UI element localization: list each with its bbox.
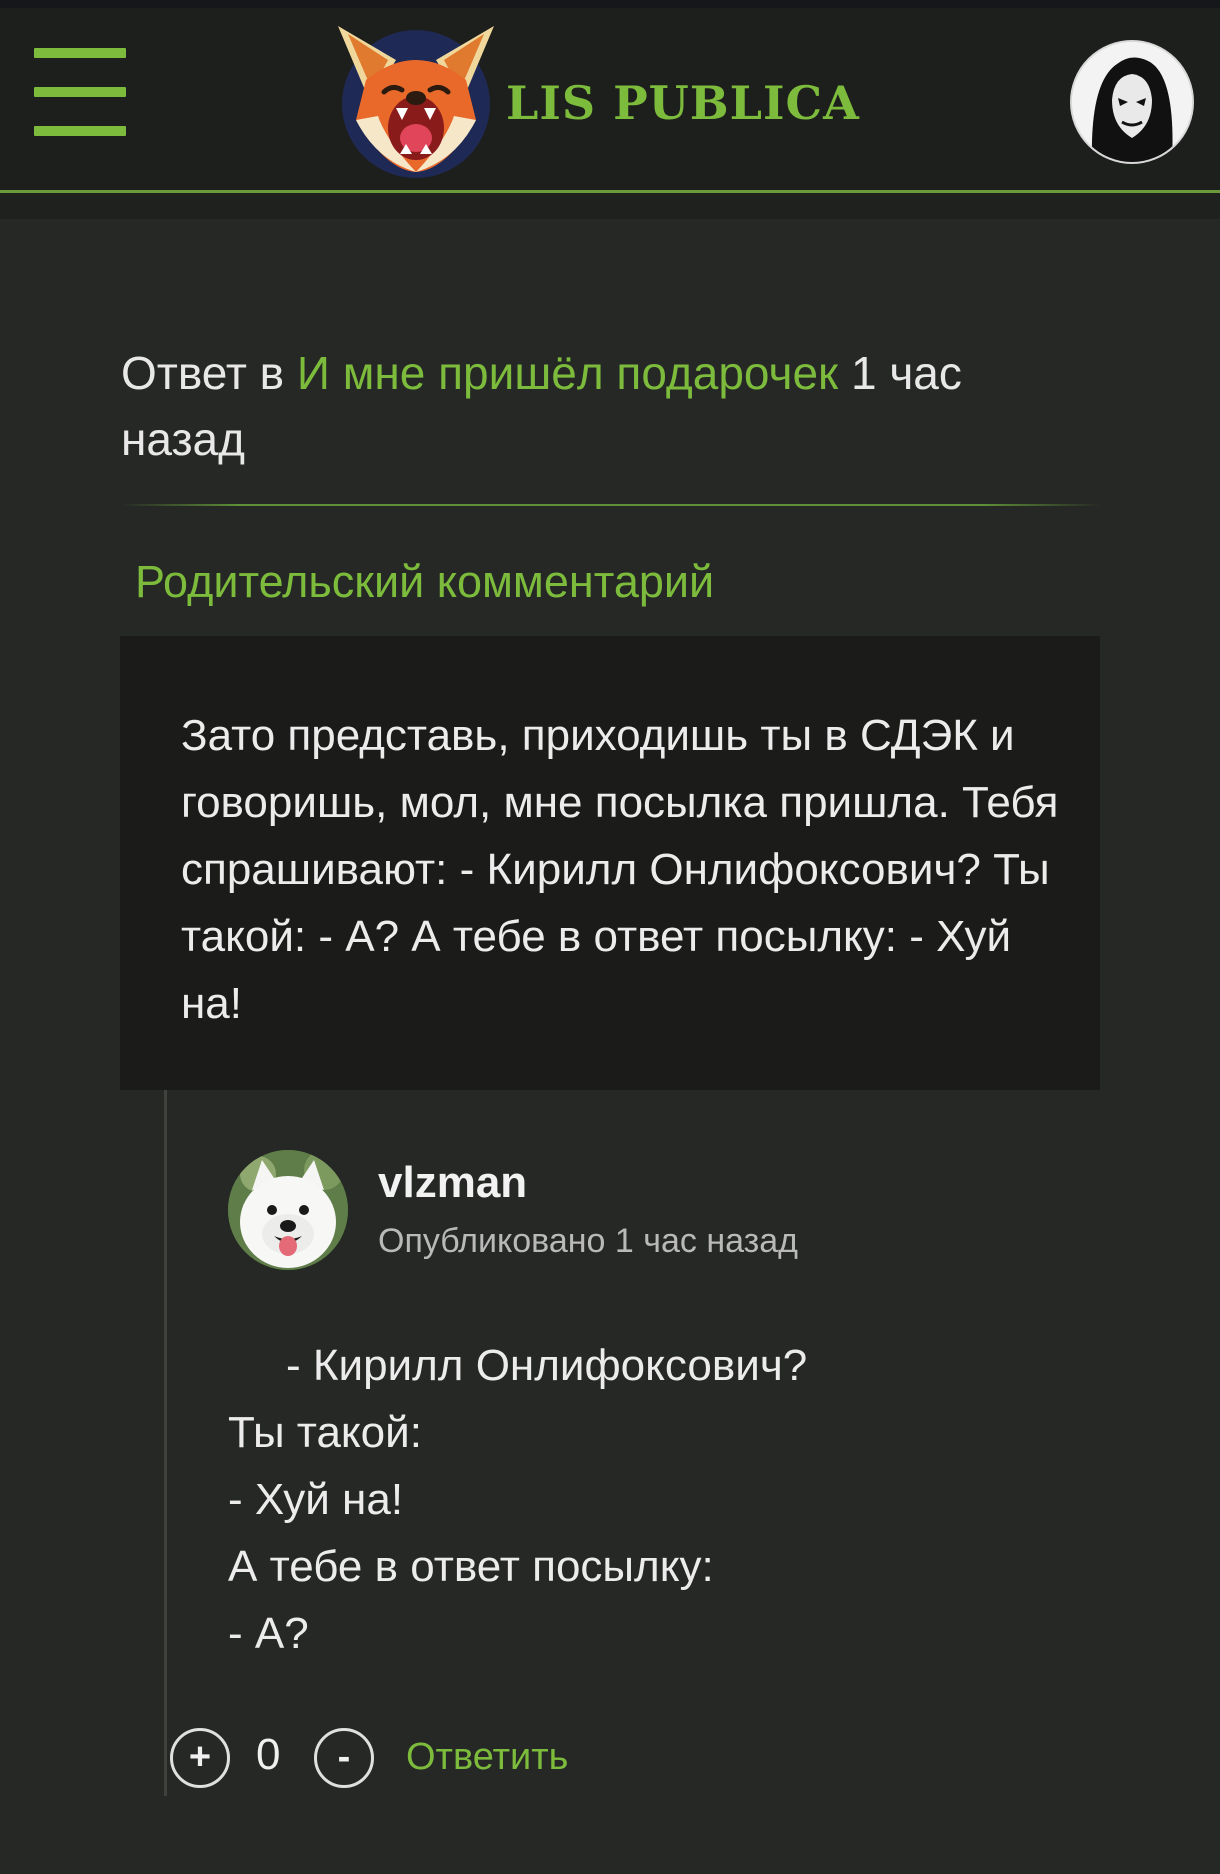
comment-username[interactable]: vlzman: [378, 1158, 527, 1208]
comment-line: А тебе в ответ посылку:: [228, 1542, 714, 1591]
comment-line: - Кирилл Онлифоксович?: [286, 1341, 808, 1390]
menu-bar: [34, 48, 126, 58]
comment-line: - Хуй на!: [228, 1475, 404, 1524]
header-shadow: [0, 193, 1220, 219]
page: LIS PUBLICA Ответ в И мне пришёл подароч…: [0, 0, 1220, 1874]
dog-avatar-icon[interactable]: [228, 1150, 348, 1270]
logo-text: LIS PUBLICA: [506, 76, 860, 130]
upvote-button[interactable]: +: [170, 1728, 230, 1788]
comment-published-date: Опубликовано 1 час назад: [378, 1222, 798, 1260]
parent-comment-text: Зато представь, приходишь ты в СДЭК и го…: [181, 711, 1059, 1028]
comment-body: - Кирилл Онлифоксович? Ты такой: - Хуй н…: [228, 1332, 1088, 1667]
header-top-strip: [0, 0, 1220, 8]
thread-link[interactable]: И мне пришёл подарочек: [297, 347, 838, 399]
reply-button[interactable]: Ответить: [406, 1736, 568, 1779]
menu-bar: [34, 87, 126, 97]
fox-logo-icon: [338, 26, 494, 178]
parent-comment-heading[interactable]: Родительский комментарий: [135, 556, 714, 608]
site-logo[interactable]: LIS PUBLICA: [326, 20, 859, 180]
avatar-dog: [228, 1150, 348, 1270]
reply-prefix: Ответ в: [121, 347, 297, 399]
menu-bar: [34, 126, 126, 136]
avatar-portrait: [1072, 42, 1192, 162]
divider: [121, 504, 1101, 506]
hamburger-menu-icon[interactable]: [34, 48, 126, 136]
reply-meta: Ответ в И мне пришёл подарочек 1 час наз…: [121, 340, 1081, 472]
vote-count: 0: [256, 1730, 281, 1779]
comment-line: - А?: [228, 1609, 309, 1658]
downvote-button[interactable]: -: [314, 1728, 374, 1788]
comment-line: Ты такой:: [228, 1408, 422, 1457]
site-header: LIS PUBLICA: [0, 0, 1220, 193]
thread-line: [164, 1090, 167, 1796]
parent-comment-box: Зато представь, приходишь ты в СДЭК и го…: [120, 636, 1100, 1090]
user-avatar-icon[interactable]: [1070, 40, 1194, 164]
